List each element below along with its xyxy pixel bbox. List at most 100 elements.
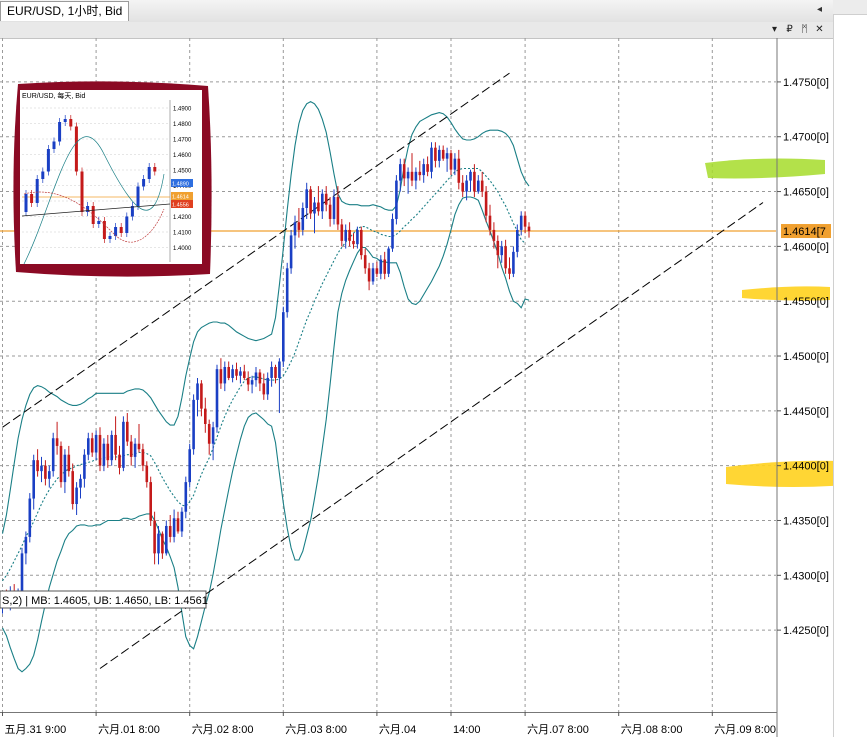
price-axis: 1.4750[0] 1.4700[0] 1.4650[0] 1.4600[0] 1.45… — [776, 38, 831, 737]
candle-body — [379, 259, 383, 274]
candle — [262, 373, 266, 400]
green-highlight-mark — [705, 158, 825, 179]
candle — [51, 432, 55, 477]
inset-candle-body — [153, 167, 157, 172]
candle — [98, 427, 102, 472]
candle-body — [430, 147, 433, 172]
candle — [211, 421, 215, 461]
inset-candle-body — [52, 141, 56, 149]
candle-body — [188, 449, 191, 483]
candle-body — [153, 520, 156, 554]
candle-body — [278, 361, 281, 378]
candle — [106, 434, 110, 468]
candle-body — [83, 454, 86, 479]
inset-candle-body — [136, 186, 140, 206]
candle-body — [165, 525, 168, 554]
candle-body — [289, 235, 293, 269]
candle — [395, 175, 398, 225]
tab-scroll-icon[interactable]: ◂ — [817, 4, 827, 16]
candle-body — [426, 164, 429, 172]
candle — [215, 364, 219, 433]
candle — [254, 366, 258, 387]
minimize-icon[interactable]: ₽ — [783, 23, 796, 36]
candle-body — [24, 536, 28, 554]
candle-body — [449, 153, 453, 170]
candle — [227, 361, 230, 381]
inset-daily-chart: EUR/USD, 每天, Bid 1.4900 1.4800 1.4700 1.4600… — [13, 81, 212, 277]
time-axis: 五月.31 9:00 六月.01 8:00 六月.02 8:00 六月.03 8:00… — [0, 712, 777, 736]
candle — [293, 215, 297, 249]
candle-body — [293, 222, 297, 236]
price-tick-label: 1.4550[0] — [783, 296, 829, 308]
candle-body — [352, 240, 355, 245]
candle — [508, 257, 511, 280]
candle-body — [258, 372, 262, 384]
candle — [512, 246, 515, 278]
candle — [192, 394, 195, 455]
candle-body — [340, 224, 344, 241]
candle-body — [262, 383, 266, 395]
inset-price-label: 1.4890 — [172, 182, 189, 188]
restore-icon[interactable]: ᛗ — [798, 23, 811, 36]
candle-body — [504, 246, 507, 269]
candle — [434, 142, 437, 168]
candle — [438, 145, 441, 168]
inset-tick-label: 1.4200 — [173, 215, 192, 221]
right-panel-scroll[interactable] — [833, 0, 867, 15]
close-icon[interactable]: ✕ — [813, 23, 826, 36]
candle-body — [324, 193, 328, 205]
candle — [83, 449, 86, 488]
candle-body — [28, 498, 32, 537]
candle — [48, 465, 51, 488]
candle-body — [215, 369, 219, 428]
candle — [418, 160, 422, 181]
candle — [426, 156, 429, 177]
candle-body — [465, 180, 468, 192]
price-chart[interactable]: 1.4750[0] 1.4700[0] 1.4650[0] 1.4600[0] 1.45… — [0, 38, 833, 737]
candle-body — [371, 268, 375, 282]
candle-body — [227, 366, 230, 378]
candle — [122, 416, 125, 472]
candle-body — [512, 251, 515, 274]
dropdown-icon[interactable]: ▾ — [768, 23, 781, 36]
candle-body — [250, 380, 254, 385]
candle-body — [461, 182, 464, 192]
inset-tick-label: 1.4800 — [173, 122, 192, 128]
candle — [285, 262, 289, 318]
current-price-label: 1.4614[7 — [783, 226, 826, 238]
candle-body — [321, 193, 324, 212]
inset-candle-body — [58, 122, 62, 142]
candle-body — [402, 164, 406, 179]
candle-body — [44, 465, 47, 479]
candle — [28, 493, 32, 543]
candle-body — [356, 229, 359, 245]
candle-body — [149, 482, 152, 521]
candle — [516, 224, 519, 258]
candle-body — [36, 460, 39, 472]
chart-tab[interactable]: EUR/USD, 1小时, Bid — [0, 1, 130, 21]
candle — [504, 239, 507, 274]
candle — [496, 235, 500, 269]
candle — [297, 208, 301, 238]
candle — [328, 197, 332, 227]
candle-body — [414, 171, 418, 181]
candle — [449, 149, 453, 176]
candle — [477, 175, 480, 194]
price-tick-label: 1.4600[0] — [783, 241, 829, 253]
candle — [223, 361, 227, 392]
candle-body — [266, 377, 269, 395]
chart-tab-bar: EUR/USD, 1小时, Bid ◂ — [0, 0, 833, 23]
chart-window-bar: ▾ ₽ ᛗ ✕ — [0, 22, 833, 39]
price-tick-label: 1.4700[0] — [783, 132, 829, 144]
candle-body — [40, 465, 43, 472]
right-panel-edge — [833, 0, 867, 737]
inset-candle-body — [30, 194, 34, 203]
candle-body — [313, 202, 316, 214]
candle — [356, 226, 359, 249]
candle-body — [445, 153, 449, 159]
candle — [87, 432, 90, 461]
inset-tick-label: 1.4900 — [173, 107, 192, 113]
candle-body — [239, 371, 242, 376]
time-tick-label: 六月.09 8:00 — [714, 723, 776, 736]
candle — [258, 369, 262, 392]
